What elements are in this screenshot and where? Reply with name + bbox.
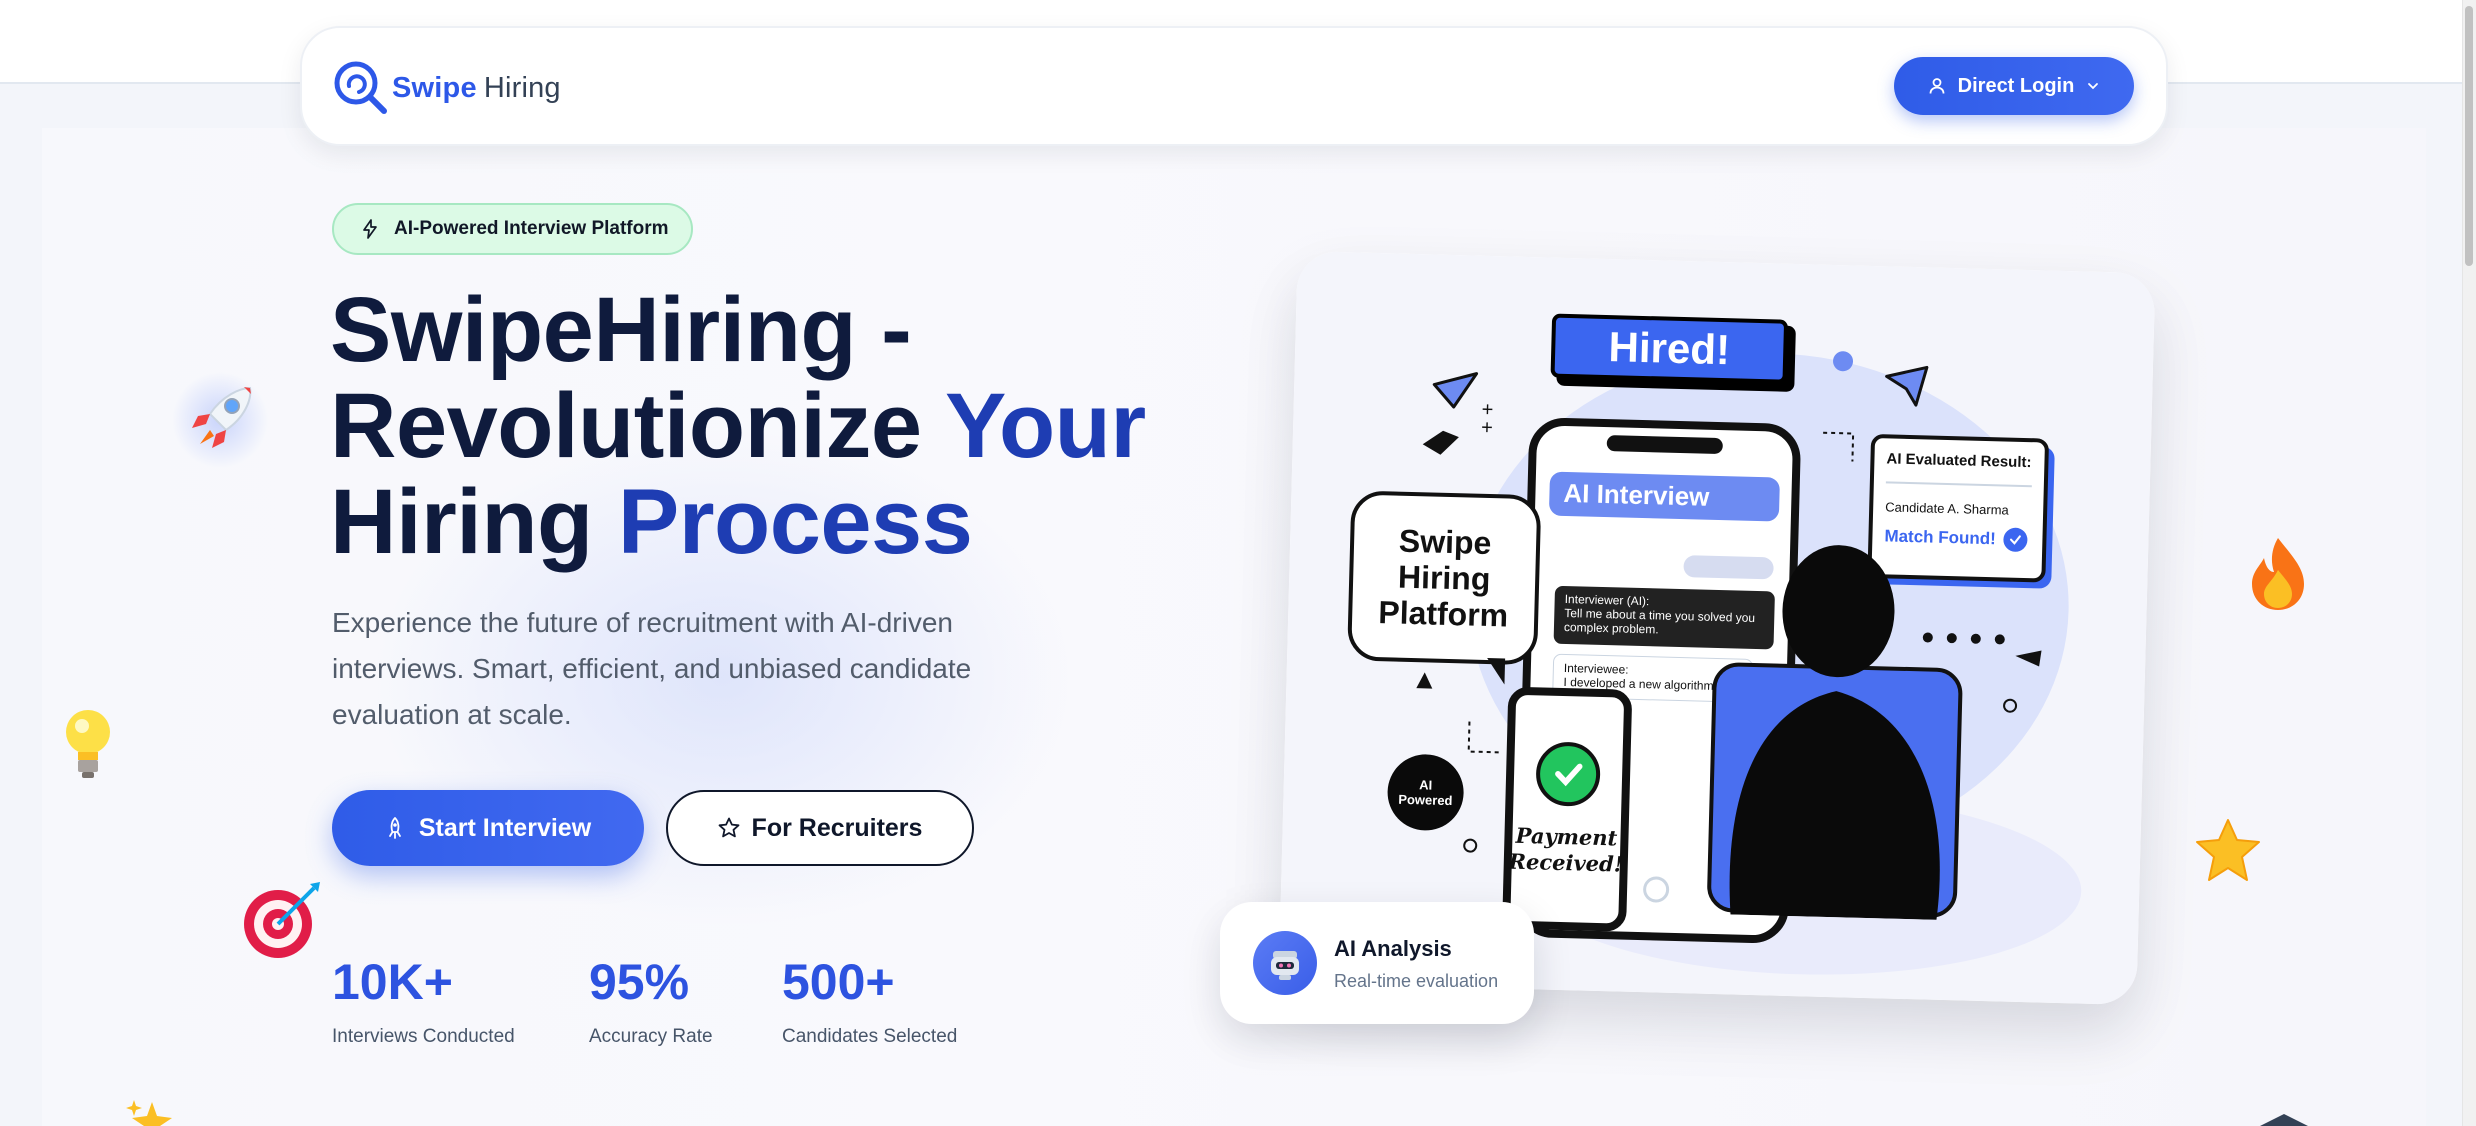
stat-label: Candidates Selected (782, 1026, 958, 1047)
direct-login-label: Direct Login (1957, 74, 2075, 97)
hero-illustration-card: Hired! AI Interview Interviewer (AI): Te… (1278, 250, 2156, 1006)
rocket-icon (388, 817, 401, 839)
robot-icon (1253, 931, 1317, 995)
brand-name: Swipe Hiring (392, 72, 561, 105)
stat-candidates: 500+ Candidates Selected (782, 952, 957, 1048)
for-recruiters-button[interactable]: For Recruiters (666, 790, 974, 866)
stat-label: Accuracy Rate (589, 1026, 713, 1047)
brand-primary: Swipe (392, 71, 477, 104)
svg-text:+: + (1481, 417, 1493, 439)
stat-label: Interviews Conducted (332, 1026, 515, 1047)
headline-word-process: Process (617, 471, 973, 573)
hero-headline: SwipeHiring - Revolutionize Your Hiring … (330, 282, 1230, 570)
stat-interviews: 10K+ Interviews Conducted (332, 952, 515, 1048)
brand-secondary: Hiring (483, 71, 561, 104)
analysis-subtitle: Real-time evaluation (1334, 971, 1499, 991)
star-float-icon (2196, 819, 2260, 881)
start-interview-label: Start Interview (418, 813, 592, 842)
navbar: Swipe Hiring Direct Login (300, 26, 2168, 146)
target-float-icon (244, 882, 320, 958)
headline-line-2: Revolutionize Your (330, 378, 1230, 474)
user-icon (1929, 78, 1945, 94)
badge-label: AI-Powered Interview Platform (394, 218, 669, 239)
chevron-down-icon (2088, 83, 2099, 90)
stat-accuracy: 95% Accuracy Rate (589, 952, 713, 1048)
sparkle-star-float-icon (126, 1100, 172, 1126)
fire-float-icon (2252, 538, 2304, 610)
graduation-cap-float-icon (2260, 1114, 2308, 1126)
ai-platform-badge: AI-Powered Interview Platform (332, 203, 693, 255)
scrollbar-thumb[interactable] (2465, 6, 2473, 266)
stat-value: 500+ (782, 954, 895, 1010)
direct-login-button[interactable]: Direct Login (1894, 57, 2134, 115)
analysis-title: AI Analysis (1334, 936, 1452, 961)
logo[interactable]: Swipe Hiring (332, 58, 561, 118)
headline-word-your: Your (944, 375, 1146, 477)
lightbulb-float-icon (66, 710, 110, 778)
headline-word-hiring: Hiring (330, 471, 593, 573)
stat-value: 10K+ (332, 954, 453, 1010)
start-interview-button[interactable]: Start Interview (332, 790, 644, 866)
lightning-icon (363, 219, 377, 239)
headline-line-3: Hiring Process (330, 474, 1230, 570)
star-outline-icon (718, 817, 739, 838)
for-recruiters-label: For Recruiters (751, 813, 923, 842)
magnifier-logo-icon (334, 61, 387, 114)
rocket-float-icon (172, 372, 268, 468)
headline-line-1: SwipeHiring - (330, 279, 912, 381)
stat-value: 95% (589, 954, 690, 1010)
hero-subtitle: Experience the future of recruitment wit… (332, 607, 972, 730)
scrollbar[interactable] (2462, 0, 2476, 1126)
headline-word-revolutionize: Revolutionize (330, 375, 922, 477)
ai-analysis-card: AI Analysis Real-time evaluation (1220, 902, 1534, 1024)
doodles: + + (1416, 351, 2042, 853)
